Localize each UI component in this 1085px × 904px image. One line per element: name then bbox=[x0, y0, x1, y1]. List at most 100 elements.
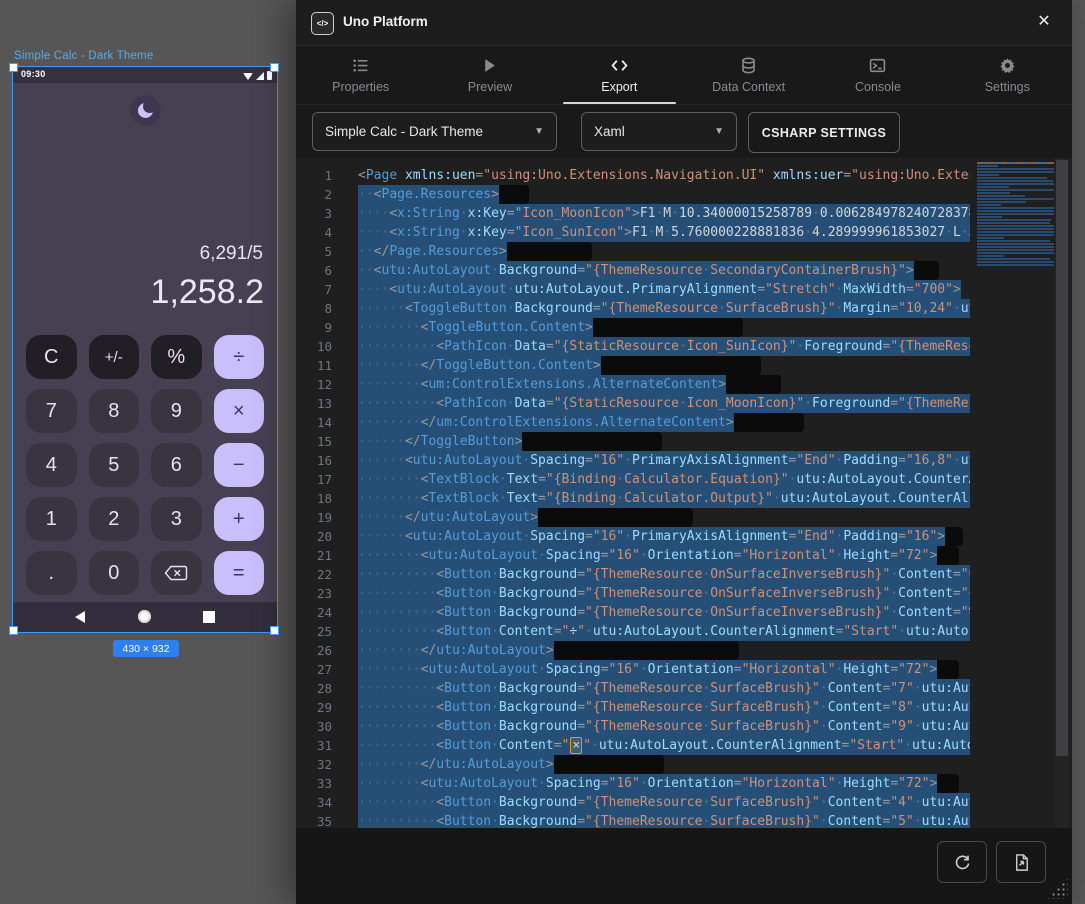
code-lines[interactable]: <Page xmlns:uen="using:Uno.Extensions.Na… bbox=[358, 166, 970, 828]
key-plusminus[interactable]: +/- bbox=[89, 335, 140, 379]
selection-handle-bottom-left[interactable] bbox=[9, 626, 18, 635]
line-number: 33 bbox=[296, 774, 338, 793]
code-line[interactable]: ········<utu:AutoLayout·Spacing="16"·Ori… bbox=[358, 660, 970, 679]
selection-handle-bottom-right[interactable] bbox=[270, 626, 279, 635]
line-number: 21 bbox=[296, 546, 338, 565]
key-multiply[interactable]: × bbox=[214, 389, 265, 433]
key-divide[interactable]: ÷ bbox=[214, 335, 265, 379]
code-line[interactable]: ··········<PathIcon·Data="{StaticResourc… bbox=[358, 337, 970, 356]
code-line[interactable]: ··········<Button·Background="{ThemeReso… bbox=[358, 603, 970, 622]
back-icon[interactable] bbox=[75, 611, 85, 623]
theme-toggle-button[interactable] bbox=[130, 95, 161, 126]
export-file-button[interactable] bbox=[996, 841, 1046, 883]
key-0[interactable]: 0 bbox=[89, 551, 140, 595]
code-line[interactable]: ··········<Button·Content="×"·utu:AutoLa… bbox=[358, 736, 970, 755]
code-line[interactable]: ··········<Button·Background="{ThemeReso… bbox=[358, 717, 970, 736]
code-line[interactable]: ··········<Button·Background="{ThemeReso… bbox=[358, 812, 970, 828]
tab-label: Preview bbox=[468, 80, 512, 94]
tab-settings[interactable]: Settings bbox=[943, 46, 1072, 104]
recent-apps-icon[interactable] bbox=[203, 611, 215, 623]
csharp-settings-button[interactable]: CSHARP SETTINGS bbox=[748, 112, 900, 153]
code-line[interactable]: ········</um:ControlExtensions.Alternate… bbox=[358, 413, 970, 432]
code-line[interactable]: <Page xmlns:uen="using:Uno.Extensions.Na… bbox=[358, 166, 970, 185]
tab-export[interactable]: Export bbox=[555, 46, 684, 104]
code-line[interactable]: ······</ToggleButton> bbox=[358, 432, 970, 451]
code-line[interactable]: ··········<Button·Background="{ThemeReso… bbox=[358, 584, 970, 603]
phone-frame[interactable]: 09:30 6,291/5 1,258.2 C+/-%÷789×456−123+… bbox=[13, 67, 277, 632]
code-line[interactable]: ········<ToggleButton.Content> bbox=[358, 318, 970, 337]
tab-properties[interactable]: Properties bbox=[296, 46, 425, 104]
key-percent[interactable]: % bbox=[151, 335, 202, 379]
code-line[interactable]: ··········<Button·Background="{ThemeReso… bbox=[358, 698, 970, 717]
line-number: 4 bbox=[296, 223, 338, 242]
code-line[interactable]: ··</Page.Resources> bbox=[358, 242, 970, 261]
minimap[interactable] bbox=[977, 162, 1055, 274]
selection-tail bbox=[937, 774, 959, 793]
code-line[interactable]: ······</utu:AutoLayout> bbox=[358, 508, 970, 527]
code-line[interactable]: ··········<Button·Background="{ThemeReso… bbox=[358, 679, 970, 698]
code-line[interactable]: ····<x:String·x:Key="Icon_MoonIcon">F1·M… bbox=[358, 204, 970, 223]
close-icon[interactable]: ✕ bbox=[1034, 12, 1054, 32]
code-line[interactable]: ········<TextBlock·Text="{Binding·Calcul… bbox=[358, 489, 970, 508]
minimap-line bbox=[977, 219, 1051, 221]
code-line[interactable]: ········</utu:AutoLayout> bbox=[358, 755, 970, 774]
code-line[interactable]: ········</utu:AutoLayout> bbox=[358, 641, 970, 660]
key-6[interactable]: 6 bbox=[151, 443, 202, 487]
code-line[interactable]: ··········<PathIcon·Data="{StaticResourc… bbox=[358, 394, 970, 413]
key-backspace[interactable] bbox=[151, 551, 202, 595]
code-line[interactable]: ··········<Button·Background="{ThemeReso… bbox=[358, 565, 970, 584]
home-icon[interactable] bbox=[138, 610, 151, 623]
tab-data-context[interactable]: Data Context bbox=[684, 46, 813, 104]
key-4[interactable]: 4 bbox=[26, 443, 77, 487]
code-line[interactable]: ········<TextBlock·Text="{Binding·Calcul… bbox=[358, 470, 970, 489]
key-1[interactable]: 1 bbox=[26, 497, 77, 541]
code-line[interactable]: ··········<Button·Background="{ThemeReso… bbox=[358, 793, 970, 812]
selection-handle-top-right[interactable] bbox=[270, 63, 279, 72]
key-7[interactable]: 7 bbox=[26, 389, 77, 433]
vertical-scrollbar[interactable] bbox=[1055, 158, 1069, 828]
resize-grip[interactable] bbox=[1046, 877, 1068, 899]
code-line[interactable]: ········<utu:AutoLayout·Spacing="16"·Ori… bbox=[358, 546, 970, 565]
key-8[interactable]: 8 bbox=[89, 389, 140, 433]
preview-icon bbox=[481, 57, 498, 74]
selection-handle-top-left[interactable] bbox=[9, 63, 18, 72]
theme-select[interactable]: Simple Calc - Dark Theme ▼ bbox=[312, 112, 557, 151]
code-line[interactable]: ······<utu:AutoLayout·Spacing="16"·Prima… bbox=[358, 527, 970, 546]
minimap-line bbox=[977, 237, 1004, 239]
code-line[interactable]: ··<Page.Resources> bbox=[358, 185, 970, 204]
code-line[interactable]: ········</ToggleButton.Content> bbox=[358, 356, 970, 375]
line-number: 14 bbox=[296, 413, 338, 432]
key-equals[interactable]: = bbox=[214, 551, 265, 595]
key-3[interactable]: 3 bbox=[151, 497, 202, 541]
code-line[interactable]: ······<ToggleButton·Background="{ThemeRe… bbox=[358, 299, 970, 318]
code-line[interactable]: ··········<Button·Content="÷"·utu:AutoLa… bbox=[358, 622, 970, 641]
tab-label: Export bbox=[601, 80, 637, 94]
minimap-line bbox=[977, 171, 1054, 173]
code-editor[interactable]: 1234567891011121314151617181920212223242… bbox=[296, 158, 1072, 828]
format-select[interactable]: Xaml ▼ bbox=[581, 112, 737, 151]
frame-label[interactable]: Simple Calc - Dark Theme bbox=[14, 50, 153, 62]
key-2[interactable]: 2 bbox=[89, 497, 140, 541]
scrollbar-thumb[interactable] bbox=[1056, 160, 1068, 756]
code-line[interactable]: ··<utu:AutoLayout·Background="{ThemeReso… bbox=[358, 261, 970, 280]
key-C[interactable]: C bbox=[26, 335, 77, 379]
key-plus[interactable]: + bbox=[214, 497, 265, 541]
minimap-line bbox=[977, 231, 1054, 233]
key-decimal[interactable]: . bbox=[26, 551, 77, 595]
code-line[interactable]: ····<utu:AutoLayout·utu:AutoLayout.Prima… bbox=[358, 280, 970, 299]
minimap-line bbox=[977, 234, 1054, 236]
code-line[interactable]: ······<utu:AutoLayout·Spacing="16"·Prima… bbox=[358, 451, 970, 470]
line-number: 8 bbox=[296, 299, 338, 318]
refresh-button[interactable] bbox=[937, 841, 987, 883]
line-number: 13 bbox=[296, 394, 338, 413]
tab-bar: Properties Preview Export Data ContextConso… bbox=[296, 46, 1072, 105]
key-minus[interactable]: − bbox=[214, 443, 265, 487]
tab-preview[interactable]: Preview bbox=[425, 46, 554, 104]
code-line[interactable]: ········<um:ControlExtensions.AlternateC… bbox=[358, 375, 970, 394]
code-line[interactable]: ····<x:String·x:Key="Icon_SunIcon">F1·M·… bbox=[358, 223, 970, 242]
key-9[interactable]: 9 bbox=[151, 389, 202, 433]
line-number: 31 bbox=[296, 736, 338, 755]
tab-console[interactable]: Console bbox=[813, 46, 942, 104]
code-line[interactable]: ········<utu:AutoLayout·Spacing="16"·Ori… bbox=[358, 774, 970, 793]
key-5[interactable]: 5 bbox=[89, 443, 140, 487]
